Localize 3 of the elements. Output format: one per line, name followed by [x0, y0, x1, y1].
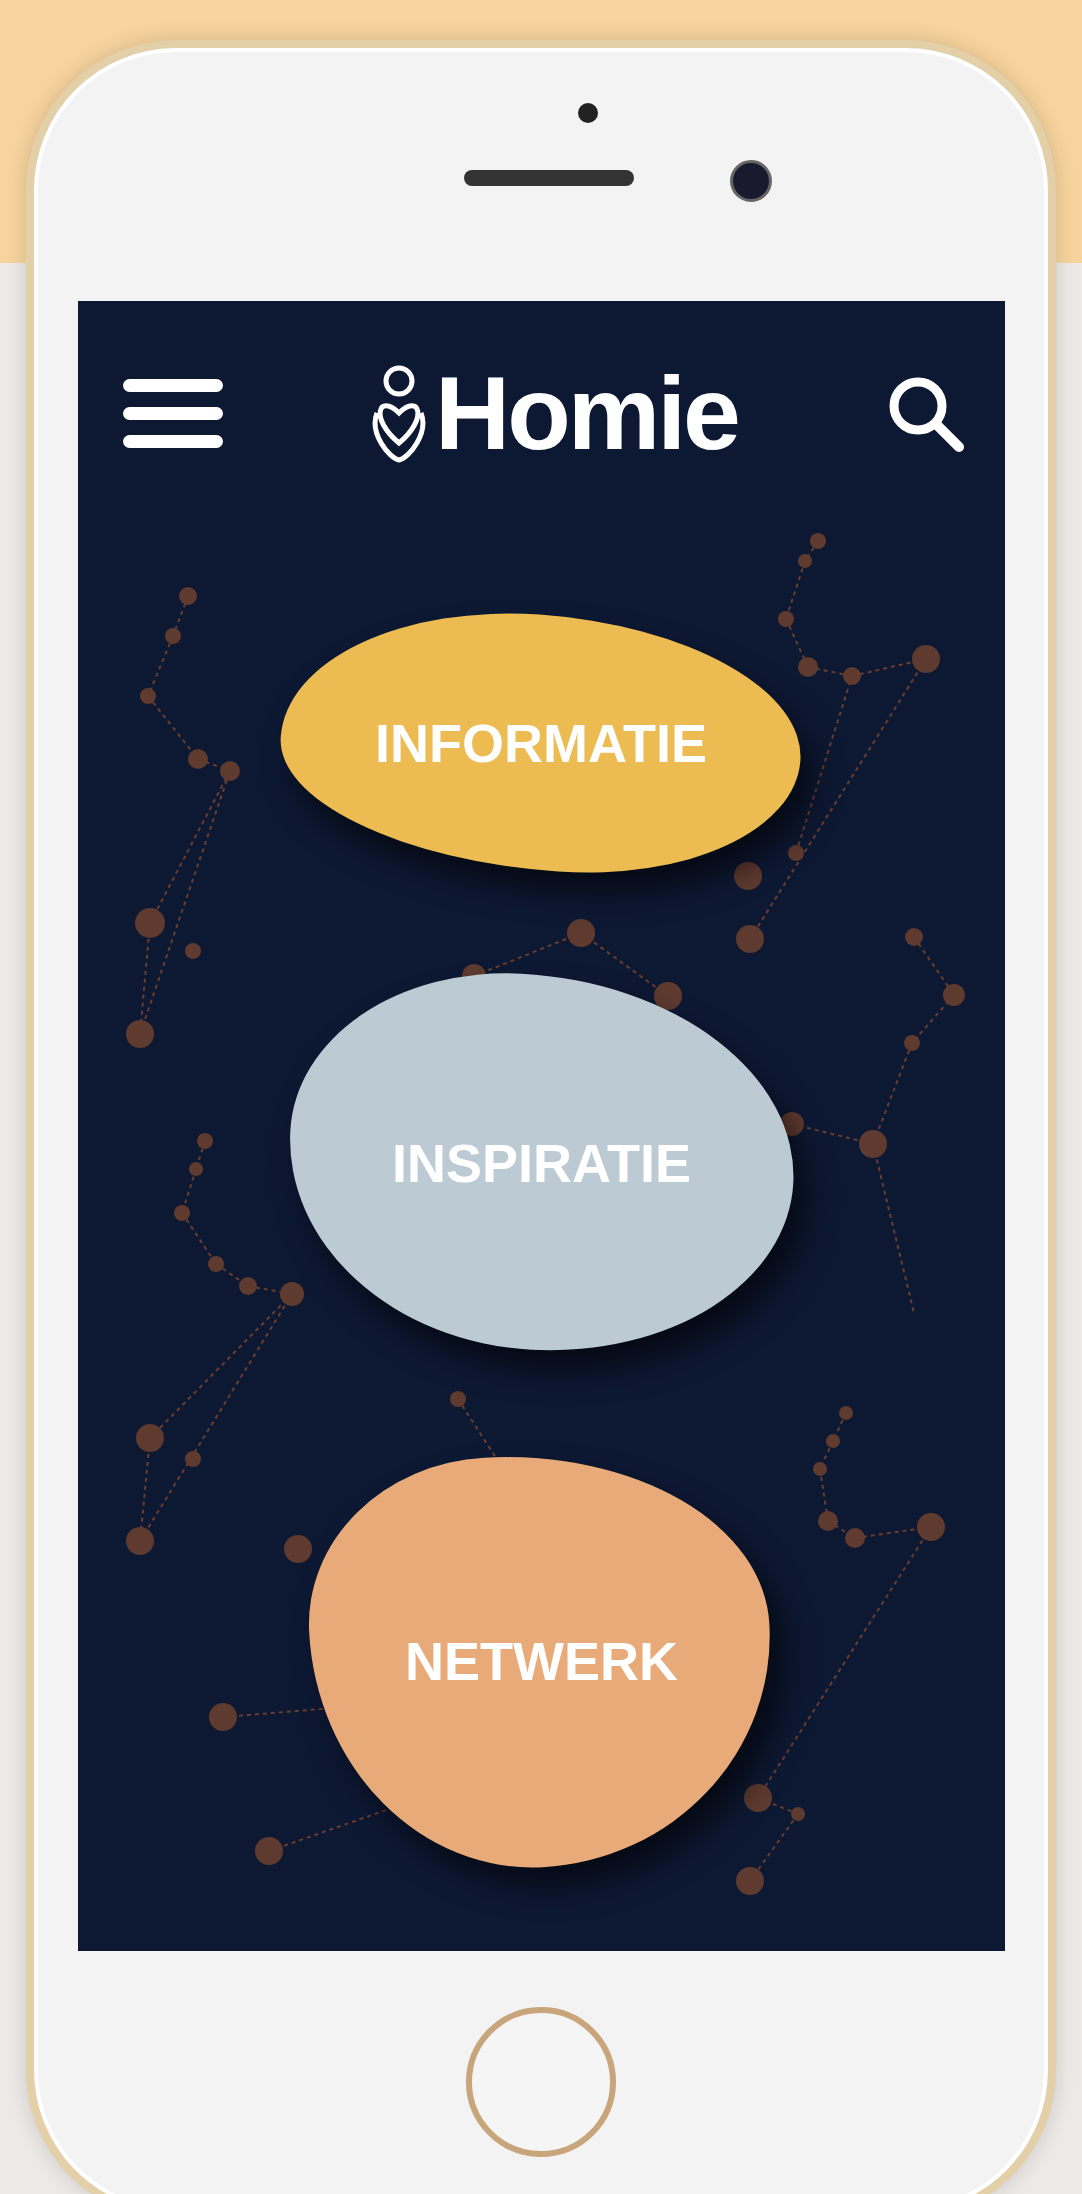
app-logo-text: Homie — [435, 361, 738, 465]
camera-lens — [730, 160, 772, 202]
sensor-dot — [578, 103, 598, 123]
